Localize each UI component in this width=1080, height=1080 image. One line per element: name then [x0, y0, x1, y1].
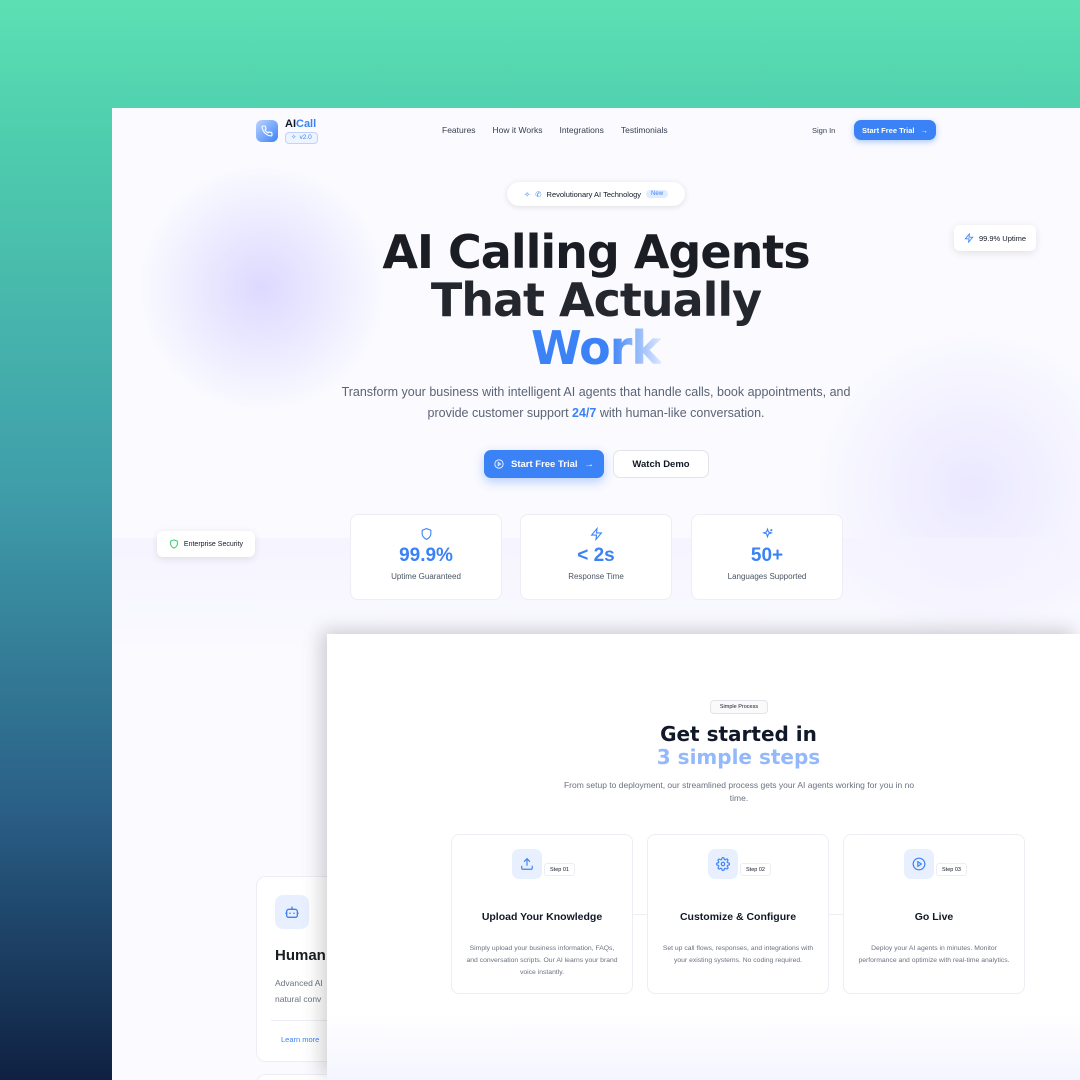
step-description: Deploy your AI agents in minutes. Monito…: [858, 945, 1010, 964]
stat-card-response: < 2s Response Time: [520, 514, 672, 600]
step-title: Go Live: [914, 911, 954, 923]
hero-title-line-2: That Actually: [430, 273, 762, 327]
sparkle-icon: ✧: [291, 134, 297, 141]
play-circle-icon: [494, 459, 504, 469]
process-section-window: Simple Process Get started in 3 simple s…: [327, 634, 1080, 1080]
arrow-right-icon: →: [920, 125, 929, 135]
brand-ai: AI: [285, 118, 296, 130]
upload-icon: [512, 849, 542, 879]
nav-link-how-it-works[interactable]: How it Works: [493, 125, 543, 135]
watch-demo-label: Watch Demo: [632, 458, 690, 470]
section-title-line-1: Get started in: [660, 722, 817, 746]
security-floating-chip: Enterprise Security: [157, 531, 255, 557]
section-description: From setup to deployment, our streamline…: [563, 780, 915, 803]
feature-title: Human: [275, 947, 326, 964]
subtitle-highlight: 24/7: [572, 406, 597, 420]
nav-link-features[interactable]: Features: [442, 125, 476, 135]
sign-in-link[interactable]: Sign In: [812, 126, 835, 135]
step-title: Upload Your Knowledge: [481, 911, 603, 923]
stat-label: Response Time: [568, 572, 624, 581]
gear-icon: [708, 849, 738, 879]
step-description: Simply upload your business information,…: [466, 945, 618, 976]
step-number: Step 03: [936, 863, 967, 876]
shield-icon: [421, 528, 431, 541]
stat-label: Languages Supported: [727, 572, 807, 581]
subtitle-part-2: with human-like conversation.: [596, 406, 765, 420]
background-glow: [327, 1014, 1080, 1080]
pill-text: Revolutionary AI Technology: [546, 189, 642, 199]
play-icon: [904, 849, 934, 879]
step-card-2: Step 02 Customize & Configure Set up cal…: [647, 834, 829, 994]
start-free-trial-button[interactable]: Start Free Trial →: [484, 450, 604, 478]
brand-call: Call: [296, 118, 317, 130]
nav-start-trial-button[interactable]: Start Free Trial →: [854, 120, 936, 140]
stat-value: 50+: [750, 545, 784, 566]
stat-value: 99.9%: [399, 545, 453, 566]
nav-link-integrations[interactable]: Integrations: [559, 125, 603, 135]
stat-label: Uptime Guaranteed: [391, 572, 461, 581]
stat-card-uptime: 99.9% Uptime Guaranteed: [350, 514, 502, 600]
brand-name[interactable]: AICall: [285, 118, 316, 130]
top-navbar: AICall ✧ v2.0 Features How it Works Inte…: [112, 108, 1080, 154]
learn-more-link[interactable]: Learn more: [281, 1035, 319, 1044]
nav-link-testimonials[interactable]: Testimonials: [621, 125, 668, 135]
arrow-right-icon: →: [584, 458, 595, 470]
step-number: Step 01: [544, 863, 575, 876]
section-tag: Simple Process: [710, 700, 768, 714]
zap-icon: [589, 527, 603, 541]
watch-demo-button[interactable]: Watch Demo: [613, 450, 709, 478]
logo-phone-icon[interactable]: [256, 120, 278, 142]
new-badge: New: [646, 190, 669, 198]
shield-icon: [170, 539, 178, 549]
sparkles-icon: ✧: [523, 189, 531, 199]
version-badge: ✧ v2.0: [285, 132, 318, 144]
step-card-3: Step 03 Go Live Deploy your AI agents in…: [843, 834, 1025, 994]
announcement-pill[interactable]: ✧ ✆ Revolutionary AI Technology New: [507, 182, 685, 206]
step-card-1: Step 01 Upload Your Knowledge Simply upl…: [451, 834, 633, 994]
phone-icon: ✆: [535, 189, 542, 199]
section-title-line-2: 3 simple steps: [656, 745, 821, 769]
bot-icon: [275, 895, 309, 929]
hero-title-accent: Work: [531, 321, 662, 375]
stat-card-languages: 50+ Languages Supported: [691, 514, 843, 600]
stat-value: < 2s: [577, 545, 615, 566]
hero-subtitle: Transform your business with intelligent…: [332, 382, 860, 424]
sparkles-icon: [761, 527, 773, 539]
version-label: v2.0: [299, 134, 312, 141]
step-number: Step 02: [740, 863, 771, 876]
hero-title-line-3: Work: [112, 324, 1080, 372]
nav-cta-label: Start Free Trial: [861, 125, 915, 135]
security-chip-label: Enterprise Security: [183, 540, 244, 548]
step-title: Customize & Configure: [679, 911, 797, 923]
hero-title-line-1: AI Calling Agents: [382, 225, 810, 279]
step-description: Set up call flows, responses, and integr…: [662, 945, 814, 964]
nav-links: Features How it Works Integrations Testi…: [442, 125, 668, 135]
start-trial-label: Start Free Trial: [510, 458, 578, 470]
